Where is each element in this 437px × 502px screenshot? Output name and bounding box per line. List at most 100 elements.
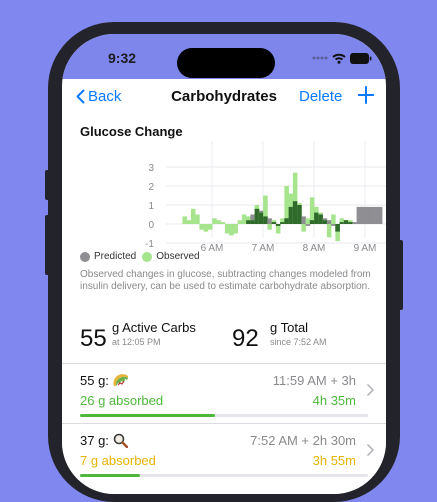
- predicted-bar: [356, 206, 362, 224]
- observed-bar: [203, 224, 209, 232]
- entry-amount-label: 55 g:: [80, 373, 109, 388]
- predicted-bar: [301, 216, 306, 224]
- phone-side-button-left-1: [45, 170, 50, 200]
- predicted-bar: [365, 206, 370, 224]
- entry-absorbed: 7 g absorbed: [80, 453, 156, 468]
- chart-legend: Predicted Observed: [80, 251, 206, 262]
- overlap-bar: [309, 220, 315, 224]
- total-since-label: since 7:52 AM: [270, 337, 327, 347]
- observed-bar: [241, 214, 247, 224]
- back-button[interactable]: Back: [76, 88, 121, 105]
- observed-bar: [237, 220, 243, 224]
- carb-entry-row[interactable]: 37 g: 7 g absorbed 7:52 AM + 2h 30m 3h 5…: [62, 424, 386, 482]
- observed-bar: [212, 218, 217, 224]
- overlap-bar: [297, 205, 302, 224]
- absorption-progress-track: [80, 414, 368, 417]
- total-carbs-label: g Total: [270, 320, 309, 335]
- y-tick-label: -1: [145, 239, 154, 250]
- entry-remaining: 4h 35m: [312, 393, 356, 408]
- overlap-bar: [263, 216, 268, 224]
- overlap-bar: [335, 224, 340, 232]
- overlap-bar: [314, 212, 319, 224]
- status-icons: [312, 51, 372, 65]
- observed-bar: [195, 214, 200, 224]
- status-bar: 9:32: [62, 34, 386, 79]
- observed-bar: [186, 220, 192, 224]
- wifi-icon: [332, 53, 346, 64]
- observed-bar: [326, 224, 332, 238]
- phone-side-button-left-2: [45, 215, 50, 275]
- predicted-bar: [377, 206, 383, 224]
- total-carbs-value: 92: [232, 325, 259, 352]
- observed-bar: [190, 208, 196, 224]
- observed-bar: [233, 224, 238, 234]
- overlap-bar: [284, 218, 289, 224]
- predicted-bar: [326, 220, 332, 224]
- x-tick-label: 6 AM: [201, 243, 224, 251]
- chevron-left-icon: [76, 89, 85, 104]
- predicted-dot-icon: [80, 251, 90, 262]
- observed-bar: [309, 197, 315, 224]
- observed-bar: [267, 224, 272, 230]
- overlap-bar: [343, 220, 349, 224]
- overlap-bar: [292, 201, 298, 224]
- predicted-bar: [360, 206, 366, 224]
- chevron-right-icon: [367, 444, 374, 456]
- legend-observed-label: Observed: [156, 251, 200, 262]
- add-button[interactable]: [357, 86, 375, 109]
- entry-time-range: 7:52 AM + 2h 30m: [250, 433, 356, 448]
- cellular-dots-icon: [312, 56, 328, 60]
- observed-bar: [182, 216, 187, 224]
- delete-button[interactable]: Delete: [299, 88, 342, 105]
- chart-explanation: Observed changes in glucose, subtracting…: [80, 269, 371, 292]
- predicted-bar: [331, 224, 336, 226]
- phone-screen: 9:32 Back Carbohydrates Delete Glucose C…: [62, 34, 386, 494]
- overlap-bar: [275, 224, 281, 226]
- predicted-bar: [373, 206, 379, 224]
- entry-amount: 37 g:: [80, 433, 128, 448]
- absorption-progress-track: [80, 474, 368, 477]
- navigation-bar: Back Carbohydrates Delete: [62, 79, 386, 117]
- overlap-bar: [339, 222, 345, 224]
- absorption-progress-fill: [80, 474, 141, 477]
- entry-remaining: 3h 55m: [312, 453, 356, 468]
- entry-absorbed: 26 g absorbed: [80, 393, 164, 408]
- overlap-bar: [254, 208, 260, 224]
- active-carbs-label: g Active Carbs: [112, 320, 196, 335]
- x-tick-label: 8 AM: [303, 243, 326, 251]
- overlap-bar: [322, 220, 328, 224]
- carb-summary: 55 g Active Carbs at 12:05 PM 92 g Total…: [62, 317, 386, 359]
- carb-entry-row[interactable]: 55 g: 26 g absorbed 11:59 AM + 3h 4h 35m: [62, 364, 386, 422]
- y-tick-label: 2: [148, 182, 154, 193]
- y-tick-label: 3: [148, 163, 154, 174]
- overlap-bar: [288, 206, 294, 224]
- observed-dot-icon: [142, 251, 153, 262]
- status-time: 9:32: [108, 50, 137, 66]
- predicted-bar: [352, 222, 357, 224]
- magnifying-glass-icon: [113, 433, 128, 448]
- overlap-bar: [318, 214, 323, 224]
- observed-bar: [207, 224, 213, 230]
- battery-icon: [350, 52, 372, 64]
- predicted-bar: [305, 224, 311, 226]
- phone-side-button-right: [398, 240, 403, 310]
- observed-bar: [216, 220, 221, 224]
- active-carbs-value: 55: [80, 325, 107, 352]
- active-carbs-time: at 12:05 PM: [112, 337, 161, 347]
- glucose-change-chart: 3210-16 AM7 AM8 AM9 AM10 AM: [145, 141, 386, 251]
- observed-bar: [301, 224, 306, 232]
- entry-amount: 55 g:: [80, 373, 129, 388]
- back-label: Back: [88, 88, 122, 105]
- predicted-bar: [369, 206, 374, 224]
- entry-time-range: 11:59 AM + 3h: [272, 373, 356, 388]
- observed-bar: [220, 222, 226, 224]
- overlap-bar: [348, 222, 353, 224]
- observed-bar: [331, 214, 336, 224]
- overlap-bar: [280, 222, 285, 224]
- dynamic-island: [177, 48, 275, 78]
- y-tick-label: 0: [148, 220, 154, 231]
- overlap-bar: [250, 220, 255, 224]
- legend-observed: Observed: [142, 251, 200, 262]
- observed-bar: [224, 224, 230, 234]
- y-tick-label: 1: [148, 201, 154, 212]
